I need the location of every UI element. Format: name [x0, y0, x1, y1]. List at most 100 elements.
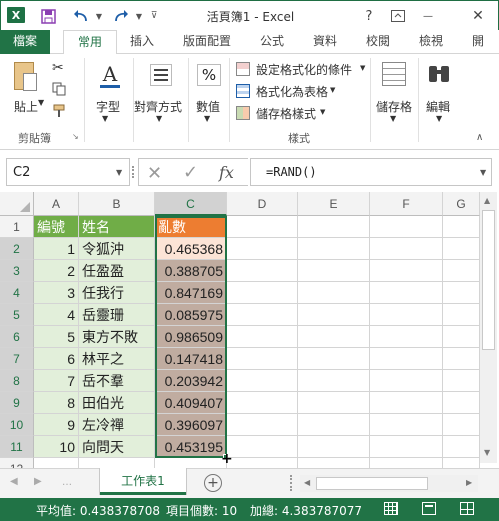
number-button[interactable]: % 數值 ▼ — [192, 60, 226, 124]
cell-b7[interactable]: 林平之 — [79, 348, 155, 370]
cell-c4[interactable]: 0.847169 — [155, 282, 227, 304]
cell-d1[interactable] — [227, 216, 298, 238]
tab-formulas[interactable]: 公式 — [252, 30, 292, 54]
close-icon[interactable]: ✕ — [469, 7, 487, 25]
normal-view-icon[interactable] — [384, 502, 398, 515]
cell-e5[interactable] — [298, 304, 370, 326]
tab-view[interactable]: 檢視 — [411, 30, 451, 54]
cell-c10[interactable]: 0.396097 — [155, 414, 227, 436]
cell-a6[interactable]: 5 — [34, 326, 79, 348]
row-header-10[interactable]: 10 — [0, 414, 34, 436]
column-header-b[interactable]: B — [79, 192, 155, 216]
tab-developer[interactable]: 開 — [466, 30, 490, 54]
cell-b5[interactable]: 岳靈珊 — [79, 304, 155, 326]
cell-a2[interactable]: 1 — [34, 238, 79, 260]
cell-d4[interactable] — [227, 282, 298, 304]
cell-e3[interactable] — [298, 260, 370, 282]
cell-e1[interactable] — [298, 216, 370, 238]
cell-b1[interactable]: 姓名 — [79, 216, 155, 238]
cell-b2[interactable]: 令狐沖 — [79, 238, 155, 260]
insert-function-icon[interactable]: fx — [219, 163, 234, 182]
cell-c7[interactable]: 0.147418 — [155, 348, 227, 370]
select-all-corner[interactable] — [0, 192, 34, 216]
horizontal-scroll-thumb[interactable] — [316, 477, 428, 490]
paste-button[interactable]: 貼上 ▼ — [8, 60, 48, 120]
cell-e8[interactable] — [298, 370, 370, 392]
cell-c8[interactable]: 0.203942 — [155, 370, 227, 392]
scroll-left-icon[interactable]: ◀ — [304, 478, 310, 487]
tab-file[interactable]: 檔案 — [0, 30, 50, 54]
column-header-a[interactable]: A — [34, 192, 79, 216]
horizontal-scrollbar[interactable]: ◀ ▶ — [300, 475, 478, 492]
formula-input[interactable]: =RAND() — [250, 158, 492, 186]
enter-icon[interactable]: ✓ — [183, 162, 198, 183]
cell-f4[interactable] — [370, 282, 443, 304]
worksheet-grid[interactable]: ABCDEFG 123456789101112 編號姓名亂數1令狐沖0.4653… — [0, 192, 480, 480]
cell-e7[interactable] — [298, 348, 370, 370]
cell-c11[interactable]: 0.453195 — [155, 436, 227, 458]
name-box[interactable]: C2 — [6, 158, 130, 186]
ribbon-display-icon[interactable] — [389, 7, 407, 25]
tab-split-handle[interactable] — [290, 475, 293, 491]
cell-f1[interactable] — [370, 216, 443, 238]
cell-e9[interactable] — [298, 392, 370, 414]
cell-d6[interactable] — [227, 326, 298, 348]
cell-b10[interactable]: 左冷禪 — [79, 414, 155, 436]
row-header-2[interactable]: 2 — [0, 238, 34, 260]
cell-e4[interactable] — [298, 282, 370, 304]
column-header-g[interactable]: G — [443, 192, 480, 216]
cell-d11[interactable] — [227, 436, 298, 458]
row-header-8[interactable]: 8 — [0, 370, 34, 392]
page-layout-view-icon[interactable] — [422, 502, 436, 515]
expand-formula-bar-icon[interactable]: ▼ — [480, 168, 486, 177]
cell-f8[interactable] — [370, 370, 443, 392]
cell-f11[interactable] — [370, 436, 443, 458]
tab-review[interactable]: 校閱 — [358, 30, 398, 54]
cell-b11[interactable]: 向問天 — [79, 436, 155, 458]
cell-g5[interactable] — [443, 304, 480, 326]
cell-f10[interactable] — [370, 414, 443, 436]
row-header-7[interactable]: 7 — [0, 348, 34, 370]
row-header-1[interactable]: 1 — [0, 216, 34, 238]
cell-a3[interactable]: 2 — [34, 260, 79, 282]
help-icon[interactable]: ? — [361, 7, 377, 25]
cell-d2[interactable] — [227, 238, 298, 260]
cell-f7[interactable] — [370, 348, 443, 370]
cell-a4[interactable]: 3 — [34, 282, 79, 304]
formula-bar-handle[interactable] — [132, 166, 134, 178]
more-sheets-icon[interactable]: … — [62, 477, 72, 488]
cell-g4[interactable] — [443, 282, 480, 304]
row-header-6[interactable]: 6 — [0, 326, 34, 348]
cell-e11[interactable] — [298, 436, 370, 458]
cell-d7[interactable] — [227, 348, 298, 370]
cell-e6[interactable] — [298, 326, 370, 348]
scroll-right-icon[interactable]: ▶ — [466, 478, 472, 487]
row-header-5[interactable]: 5 — [0, 304, 34, 326]
cell-c5[interactable]: 0.085975 — [155, 304, 227, 326]
column-header-e[interactable]: E — [298, 192, 370, 216]
add-sheet-button[interactable]: + — [204, 474, 222, 492]
font-button[interactable]: A 字型 ▼ — [90, 60, 130, 124]
cells-button[interactable]: 儲存格 ▼ — [374, 60, 414, 124]
cell-b9[interactable]: 田伯光 — [79, 392, 155, 414]
row-header-4[interactable]: 4 — [0, 282, 34, 304]
prev-sheet-icon[interactable]: ◀ — [10, 476, 18, 487]
cell-c2[interactable]: 0.465368 — [155, 238, 227, 260]
clipboard-launcher-icon[interactable]: ↘ — [72, 132, 79, 141]
cell-a10[interactable]: 9 — [34, 414, 79, 436]
cell-g7[interactable] — [443, 348, 480, 370]
tab-page-layout[interactable]: 版面配置 — [176, 30, 238, 54]
cell-d5[interactable] — [227, 304, 298, 326]
cell-a8[interactable]: 7 — [34, 370, 79, 392]
cell-d8[interactable] — [227, 370, 298, 392]
cell-f5[interactable] — [370, 304, 443, 326]
sheet-tab-active[interactable]: 工作表1 — [100, 468, 186, 495]
cell-c1[interactable]: 亂數 — [155, 216, 227, 238]
cell-b3[interactable]: 任盈盈 — [79, 260, 155, 282]
editing-button[interactable]: 編輯 ▼ — [422, 60, 458, 124]
format-painter-icon[interactable] — [52, 104, 66, 121]
cancel-icon[interactable]: ✕ — [147, 163, 162, 184]
cell-f9[interactable] — [370, 392, 443, 414]
page-break-view-icon[interactable] — [460, 502, 474, 515]
tab-insert[interactable]: 插入 — [122, 30, 162, 54]
